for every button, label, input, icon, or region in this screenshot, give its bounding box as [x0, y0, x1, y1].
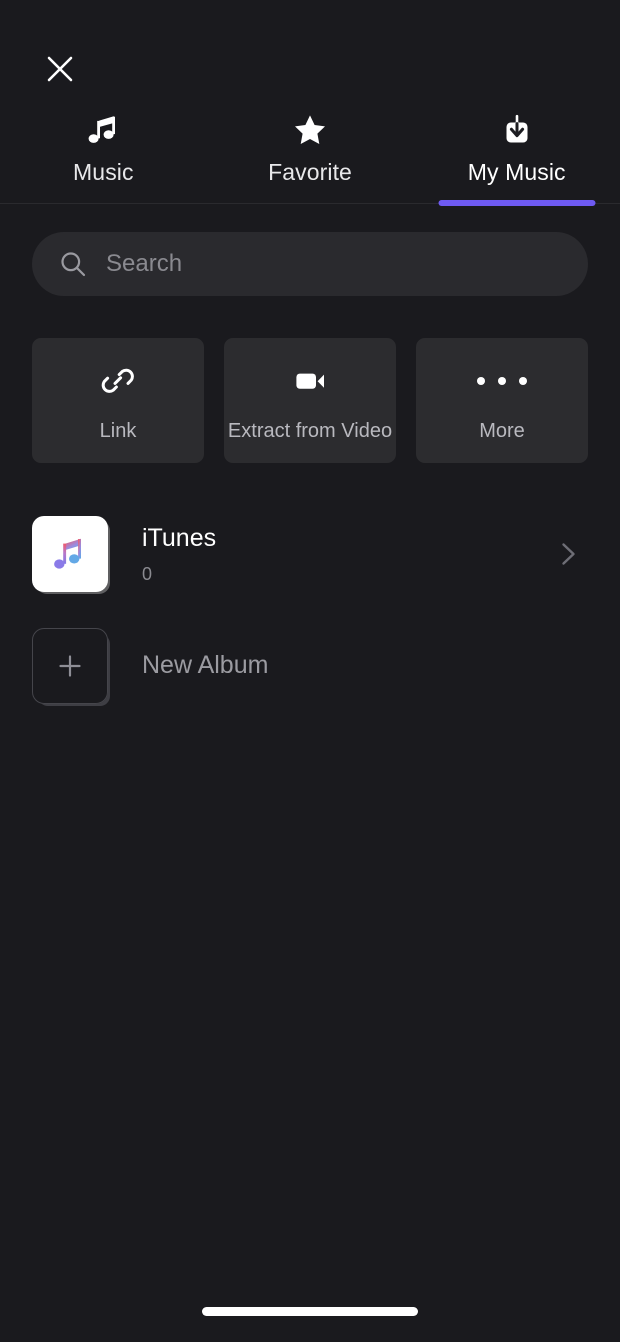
plus-icon	[32, 628, 108, 704]
tab-bar: Music Favorite My Music	[0, 108, 620, 206]
download-icon	[497, 110, 537, 150]
action-card-extract-from-video[interactable]: Extract from Video	[224, 338, 396, 463]
new-album-row[interactable]: New Album	[32, 611, 588, 721]
itunes-music-note-icon	[32, 516, 108, 592]
close-button[interactable]	[40, 49, 80, 89]
top-bar	[0, 0, 620, 108]
tab-favorite[interactable]: Favorite	[207, 108, 414, 203]
link-icon	[98, 358, 138, 404]
new-album-text: New Album	[142, 652, 588, 680]
album-row-itunes[interactable]: iTunes 0	[32, 499, 588, 609]
close-icon	[47, 56, 73, 82]
tab-my-music[interactable]: My Music	[413, 108, 620, 206]
tab-music[interactable]: Music	[0, 108, 207, 203]
home-indicator	[202, 1307, 418, 1316]
new-album-label: New Album	[142, 651, 269, 680]
action-card-more[interactable]: More	[416, 338, 588, 463]
chevron-right-icon[interactable]	[548, 534, 588, 574]
action-card-link[interactable]: Link	[32, 338, 204, 463]
album-title: iTunes	[142, 524, 217, 553]
action-card-link-label: Link	[99, 420, 137, 442]
my-music-screen: Music Favorite My Music Search Link Extr…	[0, 0, 620, 1342]
tab-my-music-label: My Music	[467, 159, 566, 185]
tab-active-indicator	[438, 200, 596, 206]
search-section	[0, 204, 620, 296]
album-list: iTunes 0 New Album	[0, 463, 620, 1342]
video-camera-icon	[290, 358, 330, 404]
tab-favorite-label: Favorite	[268, 159, 352, 185]
ellipsis-icon	[477, 358, 527, 404]
music-note-icon	[83, 110, 123, 150]
album-row-itunes-text: iTunes 0	[142, 525, 548, 583]
star-icon	[290, 110, 330, 150]
search-input[interactable]	[106, 250, 562, 278]
album-count: 0	[142, 563, 153, 584]
action-card-more-label: More	[479, 420, 525, 442]
action-card-extract-label: Extract from Video	[227, 420, 393, 442]
action-card-row: Link Extract from Video More	[0, 296, 620, 463]
search-icon	[58, 249, 88, 279]
tab-music-label: Music	[73, 159, 134, 185]
search-bar[interactable]	[32, 232, 588, 296]
